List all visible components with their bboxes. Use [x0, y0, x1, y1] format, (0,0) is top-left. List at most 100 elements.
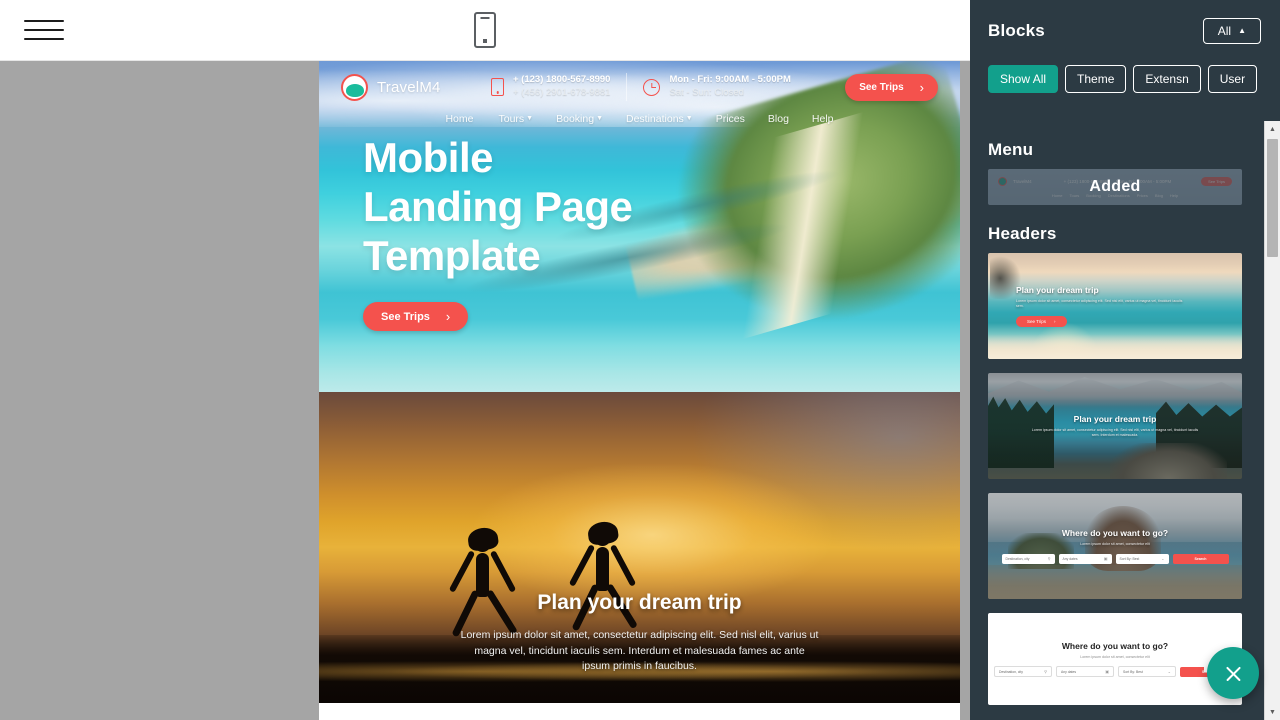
- toolbar-center: [0, 0, 970, 60]
- thumb-cta-label: See Trips: [1027, 319, 1047, 325]
- chevron-right-icon: ›: [919, 79, 924, 95]
- close-fab-button[interactable]: [1207, 647, 1259, 699]
- field-value: Destination, city: [999, 669, 1023, 674]
- canvas-workspace: TravelM4 + (123) 1800-567-8990 + (456) 2…: [0, 61, 970, 720]
- phone-primary: + (123) 1800-567-8990: [513, 74, 611, 86]
- clock-icon: [643, 78, 661, 96]
- nav-item-destinations[interactable]: Destinations ▼: [626, 113, 693, 125]
- filter-user[interactable]: User: [1207, 65, 1258, 93]
- hours-info: Mon - Fri: 9:00AM - 5:00PM Sat - Sun: Cl…: [643, 74, 791, 100]
- hours-weekday: Mon - Fri: 9:00AM - 5:00PM: [669, 74, 791, 86]
- search-icon: ⚲: [1044, 669, 1047, 675]
- block-thumb-header-3[interactable]: Where do you want to go? Lorem ipsum dol…: [988, 493, 1242, 599]
- nav-label: Blog: [767, 113, 789, 125]
- filter-tabs: Show All Theme Extensn User: [970, 61, 1280, 107]
- chevron-right-icon: ›: [1054, 319, 1056, 325]
- hamburger-icon[interactable]: [24, 15, 64, 45]
- thumb-title: Where do you want to go?: [1061, 528, 1169, 539]
- all-dropdown-button[interactable]: All ▲: [1202, 17, 1261, 44]
- sun-glow-decoration: [472, 463, 832, 607]
- scroll-down-arrow-icon[interactable]: ▼: [1265, 704, 1280, 720]
- thumb-dates-field: Any dates ▣: [1058, 553, 1112, 564]
- thumb-search-form: Destination, city ⚲ Any dates ▣ Sort By:…: [1001, 553, 1229, 564]
- close-icon: [1224, 664, 1243, 683]
- jumping-silhouette: [448, 526, 518, 638]
- block-thumb-menu[interactable]: TravelM4 + (123) 1800-567-8990 Mon - Fri…: [988, 169, 1242, 205]
- brand-name: TravelM4: [377, 78, 441, 96]
- header-see-trips-label: See Trips: [859, 81, 904, 93]
- nav-label: Prices: [715, 113, 745, 125]
- logo-icon: [341, 73, 368, 101]
- field-value: Destination, city: [1005, 556, 1030, 561]
- sidebar-scrollbar[interactable]: ▲ ▼: [1264, 121, 1280, 720]
- hamburger-bar: [24, 29, 64, 31]
- thumb-subtitle: Lorem ipsum dolor sit amet, consectetur …: [1016, 298, 1183, 308]
- added-badge: Added: [1089, 178, 1141, 195]
- thumb-cta-button: See Trips ›: [1016, 316, 1067, 328]
- chevron-right-icon: ›: [445, 309, 451, 325]
- caret-icon: ▼: [685, 115, 693, 122]
- calendar-icon: ▣: [1105, 669, 1109, 675]
- nav-label: Destinations: [626, 113, 684, 125]
- thumb-sort-field: Sort By: Best ⌄: [1115, 553, 1169, 564]
- thumb-title: Plan your dream trip: [1016, 284, 1099, 295]
- filter-show-all[interactable]: Show All: [988, 65, 1059, 93]
- thumb-destination-field: Destination, city ⚲: [994, 666, 1052, 678]
- block-thumb-header-1[interactable]: Plan your dream trip Lorem ipsum dolor s…: [988, 253, 1242, 359]
- nav-item-home[interactable]: Home: [445, 113, 475, 125]
- nav-label: Booking: [556, 113, 595, 125]
- phone-secondary: + (456) 2901-678-9881: [513, 87, 611, 98]
- chevron-up-icon: ▲: [1238, 26, 1246, 35]
- thumb-subtitle: Lorem ipsum dolor sit amet, consectetur …: [1080, 542, 1150, 547]
- sidebar-scroll-area: Menu TravelM4 + (123) 1800-567-8990 Mon …: [970, 121, 1280, 720]
- hero-title-line-1: Mobile: [363, 134, 494, 181]
- thumb-dates-field: Any dates ▣: [1056, 666, 1114, 678]
- block-thumb-header-2[interactable]: Plan your dream trip Lorem ipsum dolor s…: [988, 373, 1242, 479]
- filter-theme[interactable]: Theme: [1065, 65, 1127, 93]
- hero-see-trips-label: See Trips: [381, 310, 430, 323]
- thumb-destination-field: Destination, city ⚲: [1001, 553, 1055, 564]
- nav-item-booking[interactable]: Booking ▼: [556, 113, 603, 125]
- thumb-title: Where do you want to go?: [1061, 640, 1169, 651]
- site-preview[interactable]: TravelM4 + (123) 1800-567-8990 + (456) 2…: [319, 61, 960, 720]
- nav-item-blog[interactable]: Blog: [768, 113, 789, 125]
- dream-trip-section[interactable]: Plan your dream trip Lorem ipsum dolor s…: [319, 392, 960, 703]
- search-icon: ⚲: [1047, 556, 1051, 562]
- nav-label: Home: [445, 113, 474, 125]
- next-section-placeholder: [319, 703, 960, 720]
- thumb-title: Plan your dream trip: [1073, 413, 1157, 424]
- filter-extension[interactable]: Extensn: [1133, 65, 1201, 93]
- scroll-up-arrow-icon[interactable]: ▲: [1265, 121, 1280, 137]
- phone-icon: [491, 78, 504, 96]
- field-value: Sort By: Best: [1123, 669, 1143, 674]
- nav-item-help[interactable]: Help: [812, 113, 834, 125]
- header-see-trips-button[interactable]: See Trips ›: [845, 73, 938, 101]
- hero-title-line-3: Template: [363, 232, 541, 280]
- top-toolbar: [0, 0, 970, 61]
- jumping-silhouette: [568, 520, 638, 632]
- dream-trip-body: Lorem ipsum dolor sit amet, consectetur …: [460, 628, 819, 673]
- sidebar-title: Blocks: [988, 20, 1045, 40]
- thumb-search-form: Destination, city ⚲ Any dates ▣ Sort By:…: [994, 666, 1236, 678]
- caret-icon: ▼: [596, 115, 603, 122]
- scrollbar-thumb[interactable]: [1267, 139, 1278, 257]
- thumb-sort-field: Sort By: Best ⌄: [1118, 666, 1176, 678]
- all-dropdown-label: All: [1217, 23, 1232, 38]
- field-value: Any dates: [1061, 669, 1077, 674]
- nav-label: Help: [811, 113, 834, 125]
- nav-item-prices[interactable]: Prices: [716, 113, 745, 125]
- chevron-down-icon: ⌄: [1161, 556, 1165, 562]
- hero-see-trips-button[interactable]: See Trips ›: [363, 302, 469, 332]
- hero-title-line-2: Landing Page: [363, 183, 633, 231]
- calendar-icon: ▣: [1103, 556, 1108, 562]
- brand-logo[interactable]: TravelM4: [341, 73, 491, 101]
- hamburger-bar: [24, 38, 64, 40]
- field-value: Any dates: [1062, 556, 1078, 561]
- mobile-phone-icon[interactable]: [474, 12, 496, 48]
- sidebar-header: Blocks All ▲: [970, 0, 1280, 61]
- phone-info: + (123) 1800-567-8990 + (456) 2901-678-9…: [491, 74, 610, 100]
- hero-section[interactable]: TravelM4 + (123) 1800-567-8990 + (456) 2…: [319, 61, 960, 392]
- nav-item-tours[interactable]: Tours ▼: [498, 113, 533, 125]
- dream-trip-title: Plan your dream trip: [537, 590, 742, 614]
- thumb-subtitle: Lorem ipsum dolor sit amet, consectetur …: [1031, 427, 1199, 437]
